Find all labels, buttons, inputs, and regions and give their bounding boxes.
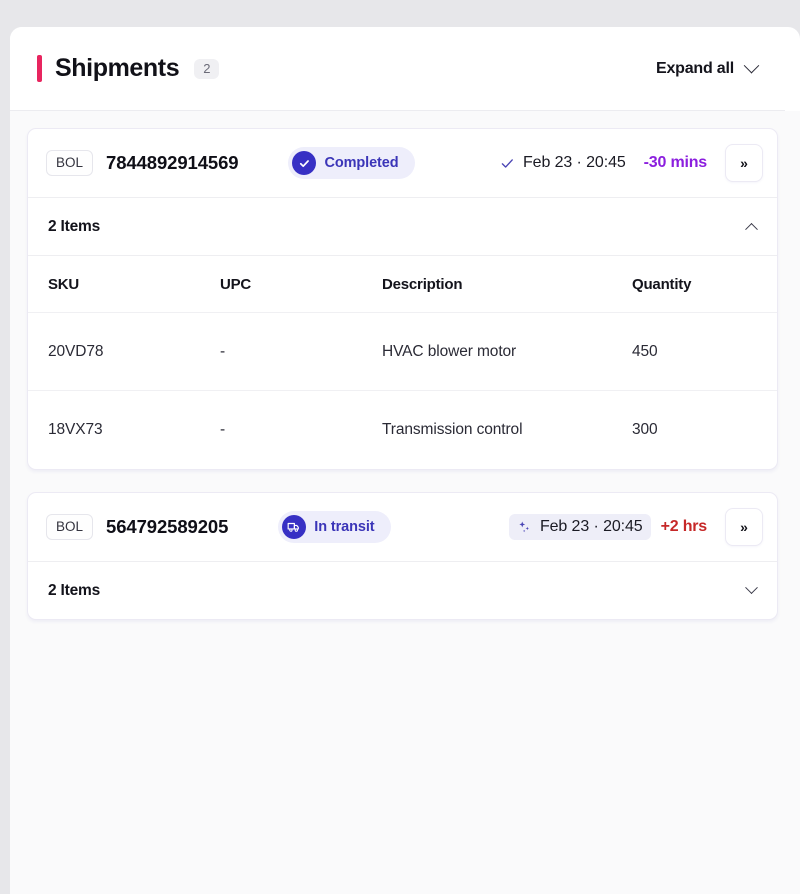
eta-date: Feb 23 · 20:45 (523, 154, 626, 171)
expand-all-label: Expand all (655, 59, 734, 77)
column-header-sku: SKU (48, 275, 80, 293)
sparkle-icon (517, 520, 532, 535)
status-label: In transit (314, 519, 375, 535)
items-toggle-row[interactable]: 2 Items (28, 561, 777, 619)
chevron-down-icon (743, 57, 760, 74)
shipment-card: BOL 7844892914569 Completed Feb 23 · 20:… (27, 128, 778, 470)
shipments-count-badge: 2 (194, 58, 220, 79)
cell-sku: 20VD78 (48, 342, 104, 360)
truck-circle-icon (282, 515, 307, 539)
shipment-header-row[interactable]: BOL 7844892914569 Completed Feb 23 · 20:… (28, 129, 777, 197)
shipment-header-row[interactable]: BOL 564792589205 In transit Feb 23 · 20:… (28, 493, 777, 561)
chevron-down-icon (745, 581, 758, 595)
bol-number: 564792589205 (106, 516, 229, 537)
table-row[interactable]: 18VX73 - Transmission control 300 (28, 391, 777, 469)
title-group: Shipments 2 (37, 54, 220, 83)
status-badge: In transit (278, 511, 391, 543)
eta-group: Feb 23 · 20:45 (508, 514, 651, 540)
items-toggle-row[interactable]: 2 Items (28, 197, 777, 255)
eta-delta: -30 mins (643, 154, 708, 171)
items-count-label: 2 Items (48, 581, 101, 599)
cell-description: HVAC blower motor (382, 342, 517, 360)
shipment-card: BOL 564792589205 In transit Feb 23 · 20:… (27, 492, 778, 620)
check-icon (500, 156, 515, 171)
expand-all-button[interactable]: Expand all (654, 56, 760, 82)
eta-group: Feb 23 · 20:45 (492, 150, 634, 176)
eta-block: Feb 23 · 20:45 -30 mins » (492, 144, 763, 182)
table-header-row: SKU UPC Description Quantity (28, 256, 777, 313)
page-title: Shipments (55, 54, 180, 82)
cell-sku: 18VX73 (48, 421, 103, 438)
status-badge: Completed (288, 147, 415, 179)
column-header-upc: UPC (220, 275, 252, 293)
eta-delta: +2 hrs (660, 518, 708, 535)
status-label: Completed (324, 155, 399, 171)
open-shipment-button[interactable]: » (725, 508, 763, 546)
column-header-description: Description (382, 275, 463, 293)
panel-header: Shipments 2 Expand all (10, 27, 785, 111)
cell-upc: - (220, 342, 226, 360)
eta-date: Feb 23 · 20:45 (539, 518, 643, 535)
app-shell: Shipments 2 Expand all BOL 7844892914569 (10, 27, 800, 894)
cell-description: Transmission control (382, 421, 523, 438)
bol-tag: BOL (46, 149, 94, 177)
cell-upc: - (220, 421, 226, 438)
items-count-label: 2 Items (48, 217, 101, 235)
cell-quantity: 450 (632, 342, 658, 360)
accent-bar (37, 55, 42, 82)
table-row[interactable]: 20VD78 - HVAC blower motor 450 (28, 313, 777, 391)
items-table: SKU UPC Description Quantity 20VD78 - HV… (28, 255, 777, 469)
column-header-quantity: Quantity (632, 275, 692, 293)
bol-number: 7844892914569 (106, 152, 239, 173)
shipments-list: BOL 7844892914569 Completed Feb 23 · 20:… (10, 111, 800, 894)
open-shipment-button[interactable]: » (725, 144, 763, 182)
bol-tag: BOL (46, 513, 94, 541)
cell-quantity: 300 (632, 421, 658, 438)
eta-block: Feb 23 · 20:45 +2 hrs » (508, 508, 763, 546)
check-circle-icon (292, 151, 317, 175)
chevron-up-icon (745, 222, 758, 236)
